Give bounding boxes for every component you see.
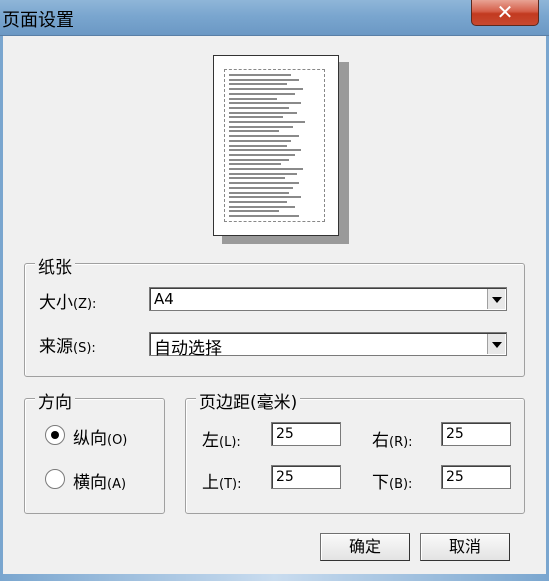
- preview-text-line: [229, 200, 287, 203]
- preview-text-line: [229, 111, 297, 114]
- portrait-label: 纵向(O): [73, 424, 127, 449]
- margin-bottom-input[interactable]: [441, 465, 511, 489]
- close-button[interactable]: ✕: [471, 0, 539, 26]
- preview-text-line: [229, 102, 301, 105]
- margin-left-label: 左(L):: [202, 426, 241, 451]
- preview-text-line: [229, 172, 297, 175]
- margin-top-label-key: (T):: [219, 477, 242, 492]
- paper-source-label: 来源(S):: [39, 332, 96, 357]
- landscape-label-text: 横向: [73, 473, 107, 493]
- window-frame-bottom: [0, 574, 549, 581]
- portrait-label-text: 纵向: [73, 429, 107, 449]
- preview-text-line: [229, 92, 295, 95]
- portrait-radio[interactable]: [45, 425, 65, 445]
- title-bar[interactable]: 页面设置 ✕: [0, 0, 549, 36]
- landscape-label: 横向(A): [73, 468, 126, 493]
- paper-source-select[interactable]: 自动选择: [149, 332, 507, 359]
- window-frame-left: [0, 36, 3, 581]
- preview-text-line: [229, 74, 291, 76]
- window-title: 页面设置: [2, 10, 74, 31]
- preview-text-line: [229, 182, 299, 185]
- margin-bottom-label: 下(B):: [372, 468, 412, 493]
- landscape-label-key: (A): [107, 477, 127, 492]
- paper-size-label-text: 大小: [39, 293, 73, 313]
- preview-text-line: [229, 210, 279, 213]
- margin-top-label-text: 上: [202, 473, 219, 493]
- paper-group: 纸张 大小(Z): A4 来源(S): 自动选择: [24, 253, 525, 377]
- paper-group-label: 纸张: [35, 253, 75, 278]
- close-icon: ✕: [496, 0, 514, 24]
- margin-bottom-label-text: 下: [372, 473, 389, 493]
- preview-text-line: [229, 125, 293, 128]
- margin-right-label-text: 右: [372, 431, 389, 451]
- paper-source-label-key: (S):: [73, 341, 96, 356]
- preview-text-line: [229, 186, 293, 189]
- preview-text-line: [229, 83, 287, 86]
- preview-text-line: [229, 135, 299, 138]
- margins-group: 页边距(毫米) 左(L): 右(R): 上(T): 下(B):: [185, 388, 525, 514]
- page-preview: [213, 55, 339, 236]
- chevron-down-icon[interactable]: [487, 289, 505, 309]
- preview-text-line: [229, 97, 277, 100]
- margins-group-label: 页边距(毫米): [196, 388, 301, 413]
- paper-source-value: 自动选择: [154, 339, 222, 359]
- preview-text-line: [229, 130, 279, 133]
- preview-text-line: [229, 144, 287, 147]
- preview-text-line: [229, 78, 299, 81]
- paper-source-label-text: 来源: [39, 337, 73, 357]
- margin-top-label: 上(T):: [202, 468, 241, 493]
- preview-text-line: [229, 191, 289, 194]
- margin-top-input[interactable]: [271, 465, 341, 489]
- preview-text-line: [229, 139, 291, 142]
- paper-size-label: 大小(Z):: [39, 288, 96, 313]
- cancel-button[interactable]: 取消: [420, 533, 510, 561]
- preview-text-line: [229, 215, 299, 217]
- preview-text-line: [229, 158, 289, 161]
- preview-text-line: [229, 149, 301, 152]
- preview-text-line: [229, 163, 281, 166]
- ok-button[interactable]: 确定: [320, 533, 410, 561]
- margin-right-label: 右(R):: [372, 426, 413, 451]
- orientation-group-label: 方向: [35, 388, 75, 413]
- paper-size-label-key: (Z):: [73, 297, 97, 312]
- margin-right-input[interactable]: [441, 422, 511, 446]
- chevron-down-icon[interactable]: [487, 334, 505, 354]
- preview-text-line: [229, 196, 301, 199]
- preview-text-line: [229, 168, 303, 170]
- preview-text-line: [229, 177, 285, 180]
- preview-text-line: [229, 106, 289, 109]
- preview-text-line: [229, 205, 295, 208]
- margin-left-label-text: 左: [202, 431, 219, 451]
- paper-size-select[interactable]: A4: [149, 287, 507, 311]
- margin-right-label-key: (R):: [389, 435, 413, 450]
- portrait-label-key: (O): [107, 433, 128, 448]
- preview-text-line: [229, 121, 305, 123]
- page-preview-margin: [224, 69, 325, 222]
- preview-text-line: [229, 116, 283, 119]
- margin-bottom-label-key: (B):: [389, 477, 413, 492]
- preview-text-line: [229, 88, 303, 91]
- paper-size-value: A4: [154, 290, 174, 308]
- orientation-group: 方向 纵向(O) 横向(A): [24, 388, 165, 514]
- margin-left-input[interactable]: [271, 422, 341, 446]
- landscape-radio[interactable]: [45, 469, 65, 489]
- portrait-radio-option[interactable]: 纵向(O): [45, 424, 160, 449]
- preview-text-line: [229, 153, 295, 156]
- landscape-radio-option[interactable]: 横向(A): [45, 468, 160, 493]
- margin-left-label-key: (L):: [219, 435, 241, 450]
